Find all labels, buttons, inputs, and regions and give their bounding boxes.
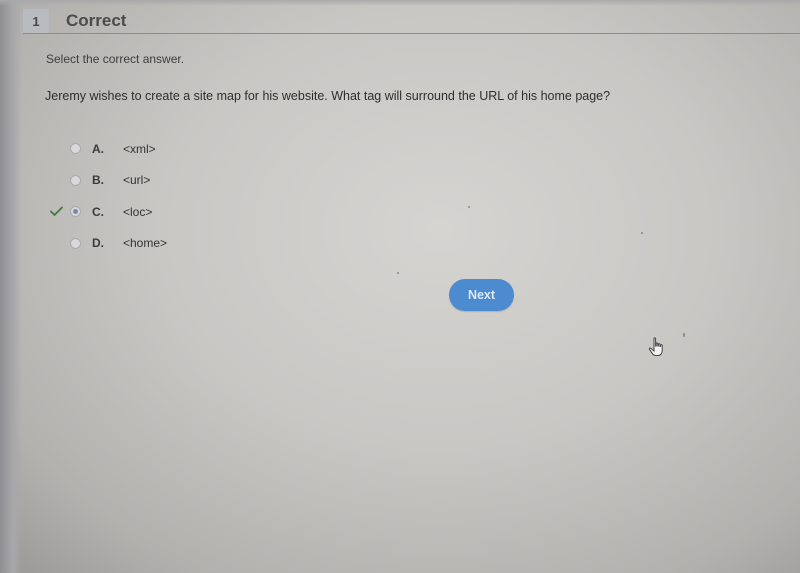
hand-pointer-cursor-icon [648,337,663,356]
question-header: 1 Correct [23,9,800,34]
option-letter: D. [92,236,104,251]
check-slot [50,173,70,187]
dust-speck [468,206,470,208]
radio-button-selected[interactable] [70,206,81,218]
question-text: Jeremy wishes to create a site map for h… [45,89,611,103]
option-letter: C. [92,204,104,219]
question-number-badge: 1 [23,9,49,33]
next-button[interactable]: Next [449,279,514,311]
option-a[interactable]: A. <xml> [50,133,167,165]
option-letter: A. [92,141,104,156]
screen-top-edge [0,0,800,6]
check-slot [50,236,70,250]
checkmark-icon [50,206,63,217]
dust-speck [683,333,685,337]
option-text: <url> [123,173,151,188]
option-text: <home> [123,236,168,251]
instruction-text: Select the correct answer. [46,52,185,66]
radio-button[interactable] [70,174,81,186]
option-text: <loc> [123,204,153,219]
check-slot [50,142,70,156]
radio-button[interactable] [70,143,81,155]
option-b[interactable]: B. <url> [50,165,167,197]
option-c[interactable]: C. <loc> [50,196,167,228]
check-slot [50,205,70,219]
radio-button[interactable] [70,237,81,249]
option-text: <xml> [123,141,156,156]
option-letter: B. [92,173,104,188]
screen-bezel-edge [0,0,22,573]
dust-speck [397,272,399,274]
dust-speck [641,232,643,234]
option-d[interactable]: D. <home> [50,228,167,260]
answer-options: A. <xml> B. <url> C. <loc> D. <home> [50,133,167,259]
result-status-title: Correct [66,11,127,30]
